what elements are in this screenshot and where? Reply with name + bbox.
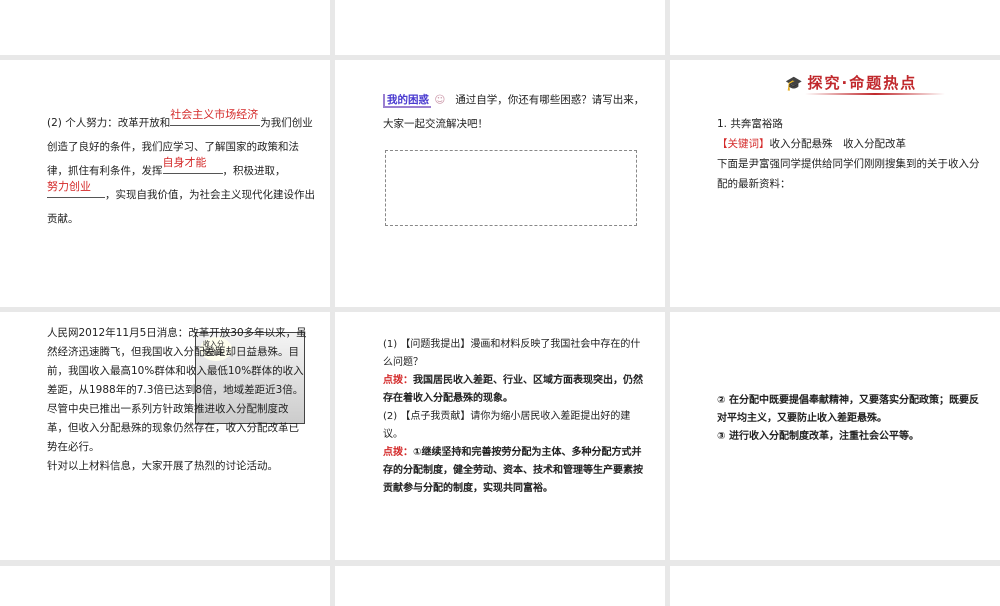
tag: 【点子我贡献】 xyxy=(400,411,471,422)
label: 【关键词】 xyxy=(717,138,770,150)
question-1: (1) 【问题我提出】漫画和材料反映了我国社会中存在的什么问题？ xyxy=(383,336,645,372)
answer-blank: 努力创业 xyxy=(47,180,105,198)
slide-material[interactable]: 收入分配改革 人民网2012年11月5日消息：改革开放30多年以来，虽然经济迅速… xyxy=(0,312,330,560)
questions: (1) 【问题我提出】漫画和材料反映了我国社会中存在的什么问题？ 点拨：我国居民… xyxy=(383,336,645,498)
slide-thumbnail-2[interactable] xyxy=(335,0,665,55)
text: ，积极进取， xyxy=(222,165,286,177)
text: 我国居民收入差距、行业、区域方面表现突出，仍然存在着收入分配悬殊的现象。 xyxy=(383,375,643,404)
slide-my-confusion[interactable]: 我的困惑 ☺ 通过自学，你还有哪些困惑？请写出来，大家一起交流解决吧！ xyxy=(335,60,665,307)
question-2: (2) 【点子我贡献】请你为缩小居民收入差距提出好的建议。 xyxy=(383,408,645,444)
answer-blank: 自身才能 xyxy=(162,156,223,174)
num: (2) xyxy=(383,411,398,422)
keywords-text: 收入分配悬殊 收入分配改革 xyxy=(769,138,907,150)
answer-1: 点拨：我国居民收入差距、行业、区域方面表现突出，仍然存在着收入分配悬殊的现象。 xyxy=(383,372,645,408)
keywords: 【关键词】收入分配悬殊 收入分配改革 xyxy=(717,134,987,154)
slide-thumbnail-11[interactable] xyxy=(335,566,665,606)
graduation-cap-icon: 🎓 xyxy=(785,76,803,92)
slide-explore[interactable]: 🎓 探究·命题热点 1. 共奔富裕路 【关键词】收入分配悬殊 收入分配改革 下面… xyxy=(670,60,1000,307)
slide-thumbnail-3[interactable] xyxy=(670,0,1000,55)
hint-label: 点拨： xyxy=(383,375,413,386)
slide-questions[interactable]: (1) 【问题我提出】漫画和材料反映了我国社会中存在的什么问题？ 点拨：我国居民… xyxy=(335,312,665,560)
point-3: ③ 进行收入分配制度改革，注重社会公平等。 xyxy=(717,431,919,442)
face-icon: ☺ xyxy=(434,94,446,106)
material-text: 人民网2012年11月5日消息：改革开放30多年以来，虽然经济迅速腾飞，但我国收… xyxy=(47,324,309,476)
closing: 针对以上材料信息，大家开展了热烈的讨论活动。 xyxy=(47,460,278,472)
confusion-prompt: 我的困惑 ☺ 通过自学，你还有哪些困惑？请写出来，大家一起交流解决吧！ xyxy=(383,88,645,136)
confusion-tag: 我的困惑 xyxy=(383,94,431,108)
heading: 1. 共奔富裕路 xyxy=(717,118,783,130)
answer: 自身才能 xyxy=(162,156,207,169)
banner-title: 探究·命题热点 xyxy=(807,74,918,92)
tag: 【问题我提出】 xyxy=(400,339,471,350)
slide-thumbnail-12[interactable] xyxy=(670,566,1000,606)
slide-suggestions[interactable]: ② 在分配中既要提倡奉献精神，又要落实分配政策；既要反对平均主义，又要防止收入差… xyxy=(670,312,1000,560)
slide-thumbnail-1[interactable] xyxy=(0,0,330,55)
banner: 🎓 探究·命题热点 xyxy=(785,72,945,95)
answer: 社会主义市场经济 xyxy=(170,108,259,121)
answer-box[interactable] xyxy=(385,150,637,226)
answer-blank: 社会主义市场经济 xyxy=(170,108,261,126)
fill-in-text: (2) 个人努力：改革开放和 社会主义市场经济 为我们创业创造了良好的条件，我们应学… xyxy=(47,108,319,231)
paragraph: 人民网2012年11月5日消息：改革开放30多年以来，虽然经济迅速腾飞，但我国收… xyxy=(47,327,307,453)
body: 下面是尹富强同学提供给同学们刚刚搜集到的关于收入分配的最新资料： xyxy=(717,158,980,190)
point-2: ② 在分配中既要提倡奉献精神，又要落实分配政策；既要反对平均主义，又要防止收入差… xyxy=(717,395,979,424)
answer: 努力创业 xyxy=(47,180,91,193)
text: (2) 个人努力：改革开放和 xyxy=(47,117,171,129)
slide-thumbnail-10[interactable] xyxy=(0,566,330,606)
answer-2: 点拨：①继续坚持和完善按劳分配为主体、多种分配方式并存的分配制度，健全劳动、资本… xyxy=(383,444,645,498)
num: (1) xyxy=(383,339,398,350)
suggestions: ② 在分配中既要提倡奉献精神，又要落实分配政策；既要反对平均主义，又要防止收入差… xyxy=(717,392,987,446)
slide-personal-effort[interactable]: (2) 个人努力：改革开放和 社会主义市场经济 为我们创业创造了良好的条件，我们应学… xyxy=(0,60,330,307)
content: 1. 共奔富裕路 【关键词】收入分配悬殊 收入分配改革 下面是尹富强同学提供给同… xyxy=(717,114,987,194)
text: ①继续坚持和完善按劳分配为主体、多种分配方式并存的分配制度，健全劳动、资本、技术… xyxy=(383,447,643,494)
hint-label: 点拨： xyxy=(383,447,413,458)
